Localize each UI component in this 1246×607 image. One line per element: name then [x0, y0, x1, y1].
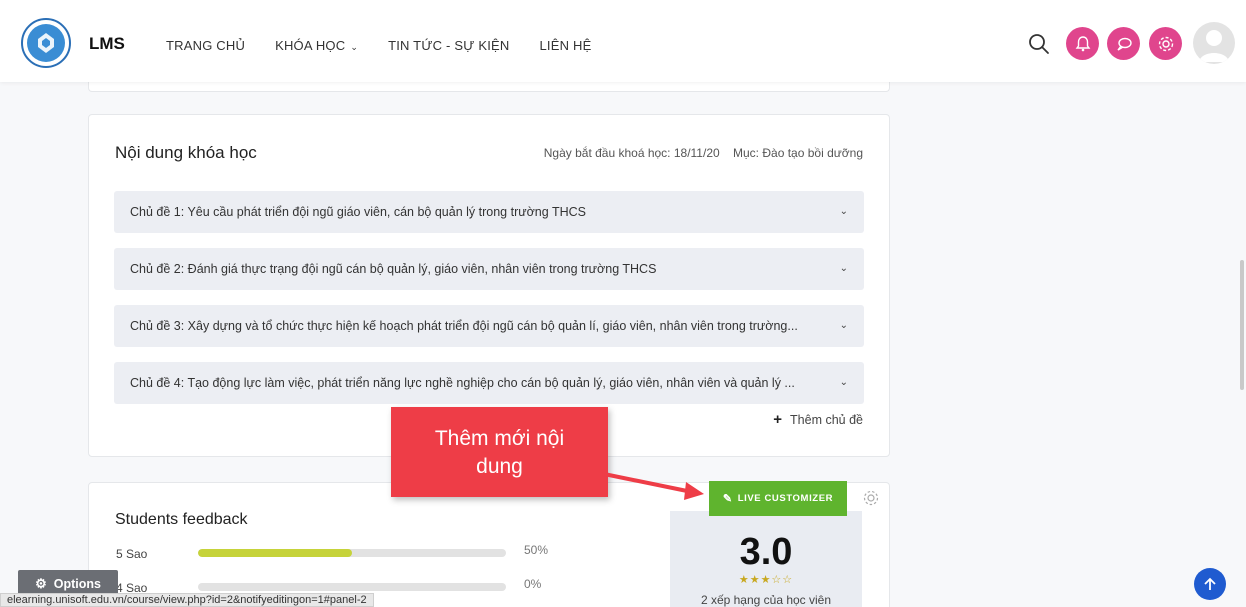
gear-icon: ⚙	[35, 576, 47, 591]
course-content-card: Nội dung khóa học Ngày bắt đầu khoá học:…	[88, 114, 890, 457]
nav-courses[interactable]: KHÓA HỌC ⌄	[275, 38, 358, 53]
course-meta: Ngày bắt đầu khoá học: 18/11/20 Mục: Đào…	[544, 146, 863, 160]
chevron-down-icon: ⌄	[350, 42, 359, 52]
rating-count: 2 xếp hạng của học viên	[700, 593, 832, 607]
topic-3[interactable]: Chủ đề 3: Xây dựng và tổ chức thực hiện …	[114, 305, 864, 347]
logo-emblem-icon	[27, 24, 65, 62]
nav-news-events[interactable]: TIN TỨC - SỰ KIỆN	[388, 38, 509, 53]
add-topic-button[interactable]: + Thêm chủ đề	[773, 411, 863, 428]
nav-contact[interactable]: LIÊN HỆ	[540, 38, 592, 53]
topic-4[interactable]: Chủ đề 4: Tạo động lực làm việc, phát tr…	[114, 362, 864, 404]
nav-contact-label: LIÊN HỆ	[539, 38, 592, 53]
scroll-to-top-button[interactable]	[1194, 568, 1226, 600]
rating-value: 3.0	[739, 531, 793, 573]
course-content-title: Nội dung khóa học	[115, 143, 257, 162]
annotation-arrow-icon	[602, 472, 704, 500]
options-label: Options	[53, 577, 101, 591]
feedback-bar	[198, 549, 506, 557]
feedback-percent: 0%	[524, 577, 542, 591]
rating-summary: 3.0 ★★★☆☆ 2 xếp hạng của học viên	[670, 511, 862, 607]
live-customizer-label: LIVE CUSTOMIZER	[737, 493, 834, 504]
topic-4-label: Chủ đề 4: Tạo động lực làm việc, phát tr…	[130, 376, 795, 390]
rating-stars: ★★★☆☆	[738, 574, 794, 586]
nav-home[interactable]: TRANG CHỦ	[166, 38, 245, 53]
feedback-bar	[198, 583, 506, 591]
user-avatar[interactable]	[1193, 22, 1235, 64]
chevron-down-icon: ⌄	[839, 377, 848, 388]
topic-2[interactable]: Chủ đề 2: Đánh giá thực trạng đội ngũ cá…	[114, 248, 864, 290]
course-category: Mục: Đào tạo bồi dưỡng	[733, 146, 863, 160]
feedback-row-label: 5 Sao	[116, 547, 148, 561]
settings-icon[interactable]	[1149, 27, 1182, 60]
course-start-date: Ngày bắt đầu khoá học: 18/11/20	[543, 146, 720, 160]
topic-1-label: Chủ đề 1: Yêu cầu phát triển đội ngũ giá…	[130, 205, 586, 219]
site-logo[interactable]	[21, 18, 71, 68]
feedback-percent: 50%	[524, 543, 549, 557]
gear-icon[interactable]	[861, 488, 881, 508]
live-customizer-button[interactable]: ✎ LIVE CUSTOMIZER	[709, 481, 847, 516]
chevron-down-icon: ⌄	[839, 206, 848, 217]
topic-1[interactable]: Chủ đề 1: Yêu cầu phát triển đội ngũ giá…	[114, 191, 864, 233]
wrench-icon: ✎	[722, 493, 733, 505]
chevron-down-icon: ⌄	[839, 263, 848, 274]
notification-bell-icon[interactable]	[1066, 27, 1099, 60]
chevron-down-icon: ⌄	[839, 320, 848, 331]
main-nav: TRANG CHỦ KHÓA HỌC ⌄ TIN TỨC - SỰ KIỆN LI…	[166, 38, 621, 53]
nav-news-label: TIN TỨC - SỰ KIỆN	[388, 38, 510, 53]
callout-line-2: dung	[476, 455, 523, 478]
feedback-bar-fill	[198, 549, 352, 557]
add-topic-label: Thêm chủ đề	[790, 413, 863, 427]
topic-3-label: Chủ đề 3: Xây dựng và tổ chức thực hiện …	[130, 319, 798, 333]
brand-name[interactable]: LMS	[89, 34, 125, 54]
callout-line-1: Thêm mới nội	[434, 427, 565, 450]
feedback-row-5-stars: 5 Sao 50%	[116, 543, 556, 563]
search-icon[interactable]	[1027, 32, 1051, 56]
plus-icon: +	[773, 411, 783, 428]
nav-courses-label: KHÓA HỌC	[275, 38, 346, 53]
status-bar-url: elearning.unisoft.edu.vn/course/view.php…	[0, 593, 374, 607]
site-header: LMS TRANG CHỦ KHÓA HỌC ⌄ TIN TỨC - SỰ KIỆ…	[0, 0, 1246, 82]
messages-icon[interactable]	[1107, 27, 1140, 60]
topic-2-label: Chủ đề 2: Đánh giá thực trạng đội ngũ cá…	[130, 262, 657, 276]
page-scrollbar[interactable]	[1240, 260, 1244, 390]
nav-home-label: TRANG CHỦ	[166, 38, 246, 53]
feedback-title: Students feedback	[115, 511, 248, 528]
annotation-callout: Thêm mới nội dung	[391, 407, 608, 497]
